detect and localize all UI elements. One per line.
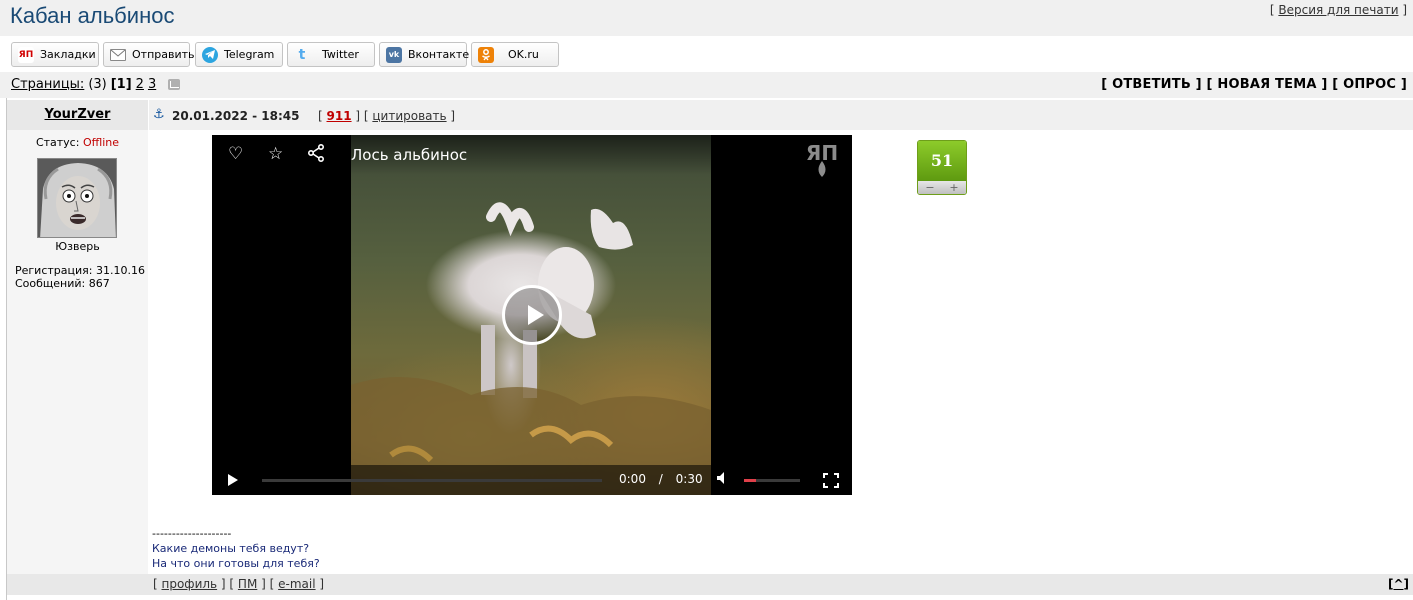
twitter-icon: t [298,46,306,63]
fullscreen-icon[interactable] [823,473,839,488]
rating-plus-button[interactable]: + [949,181,958,194]
post-header: ⚓ 20.01.2022 - 18:45 [ 911 ] [ цитироват… [149,100,1413,130]
author-status: Статус: Offline [7,136,148,149]
share-bar: ЯП Закладки Отправить Telegram t Twitter… [0,36,1413,72]
reply-button[interactable]: [ ОТВЕТИТЬ ] [1101,77,1202,92]
avatar-caption: Юзверь [55,240,100,253]
post-date: 20.01.2022 - 18:45 [172,109,300,123]
share-telegram-label: Telegram [224,48,275,61]
pagination-bar: Страницы: (3) [1] 2 3 [ ОТВЕТИТЬ ] [ НОВ… [0,72,1413,98]
yap-icon: ЯП [18,46,34,63]
signature-line-1: Какие демоны тебя ведут? [152,542,310,555]
status-value: Offline [82,136,120,149]
quote-link[interactable]: цитировать [372,109,446,123]
share-vk-label: Вконтакте [408,48,470,61]
heart-icon[interactable]: ♡ [228,144,243,164]
author-links: [ профиль ] [ ПМ ] [ e-mail ] [153,577,325,591]
pm-link[interactable]: ПМ [238,577,257,591]
share-twitter-button[interactable]: t Twitter [287,42,375,67]
post-meta: [ 911 ] [ цитировать ] [318,109,456,123]
star-icon[interactable]: ☆ [268,144,283,164]
scroll-top-link[interactable]: ^ [1393,577,1403,591]
video-logo: ЯП [800,141,844,183]
share-send-label: Отправить [132,48,195,61]
rating-minus-button[interactable]: − [925,181,934,194]
video-controls: 0:00 / 0:30 [212,465,852,495]
time-separator: / [658,472,663,486]
share-ok-button[interactable]: OK.ru [471,42,559,67]
print-version-link[interactable]: Версия для печати [1278,3,1398,17]
play-overlay-button[interactable] [502,285,562,345]
video-player[interactable]: ♡ ☆ Лось альбинос ЯП 0:00 / 0:30 [212,135,852,495]
poll-button[interactable]: [ ОПРОС ] [1332,77,1407,92]
vk-icon: vk [386,46,402,63]
header-bar: Кабан альбинос [ Версия для печати ] [0,0,1413,36]
video-time: 0:00 / 0:30 [619,472,703,486]
rating-widget: 51 − + [917,140,967,195]
subscribe-mail-icon[interactable] [168,79,181,90]
print-bracket-close: ] [1398,3,1407,17]
author-name[interactable]: YourZver [45,107,111,122]
page-link-2[interactable]: 2 [136,77,144,92]
signature: -------------------- Какие демоны тебя в… [152,526,320,571]
new-topic-button[interactable]: [ НОВАЯ ТЕМА ] [1207,77,1328,92]
volume-icon[interactable] [716,471,730,489]
pages-label[interactable]: Страницы: [11,77,84,92]
author-header: YourZver [7,100,148,130]
avatar [37,158,117,238]
pagination: Страницы: (3) [1] 2 3 [11,77,181,92]
video-title: Лось альбинос [351,146,468,164]
print-version: [ Версия для печати ] [1270,3,1407,17]
page-link-3[interactable]: 3 [148,77,156,92]
profile-link[interactable]: профиль [162,577,218,591]
play-icon[interactable] [228,474,238,486]
email-link[interactable]: e-mail [278,577,315,591]
page-title: Кабан альбинос [10,3,175,28]
pages-count: (3) [88,77,107,92]
share-ok-label: OK.ru [508,48,539,61]
signature-line-2: На что они готовы для тебя? [152,557,320,570]
share-vk-button[interactable]: vk Вконтакте [379,42,470,67]
author-stats: Регистрация: 31.10.16 Сообщений: 867 [15,264,145,290]
post-footer: [ профиль ] [ ПМ ] [ e-mail ] [^] [7,574,1413,595]
share-send-button[interactable]: Отправить [103,42,195,67]
share-twitter-label: Twitter [322,48,359,61]
mail-icon [110,48,126,61]
rating-controls: − + [918,181,966,194]
share-icon[interactable] [307,143,325,167]
author-panel: Статус: Offline Юзверь Регистрация: 31.1… [7,130,148,574]
time-current: 0:00 [619,472,646,486]
time-total: 0:30 [675,472,703,486]
telegram-icon [202,46,218,63]
signature-divider: -------------------- [152,527,232,540]
topic-actions: [ ОТВЕТИТЬ ] [ НОВАЯ ТЕМА ] [ ОПРОС ] [1101,77,1407,92]
registration-date: Регистрация: 31.10.16 [15,264,145,277]
scroll-top: [^] [1387,577,1409,591]
video-progress-bar[interactable] [262,479,602,482]
current-page: [1] [110,77,132,92]
anchor-icon[interactable]: ⚓ [153,107,165,122]
ok-icon [478,46,494,63]
rating-value: 51 [918,141,966,181]
volume-level [744,479,757,482]
share-bookmarks-label: Закладки [40,48,96,61]
message-count: Сообщений: 867 [15,277,110,290]
share-telegram-button[interactable]: Telegram [195,42,283,67]
volume-slider[interactable] [744,479,800,482]
share-bookmarks-button[interactable]: ЯП Закладки [11,42,99,67]
post-number-link[interactable]: 911 [327,109,352,123]
status-label: Статус: [35,136,80,149]
